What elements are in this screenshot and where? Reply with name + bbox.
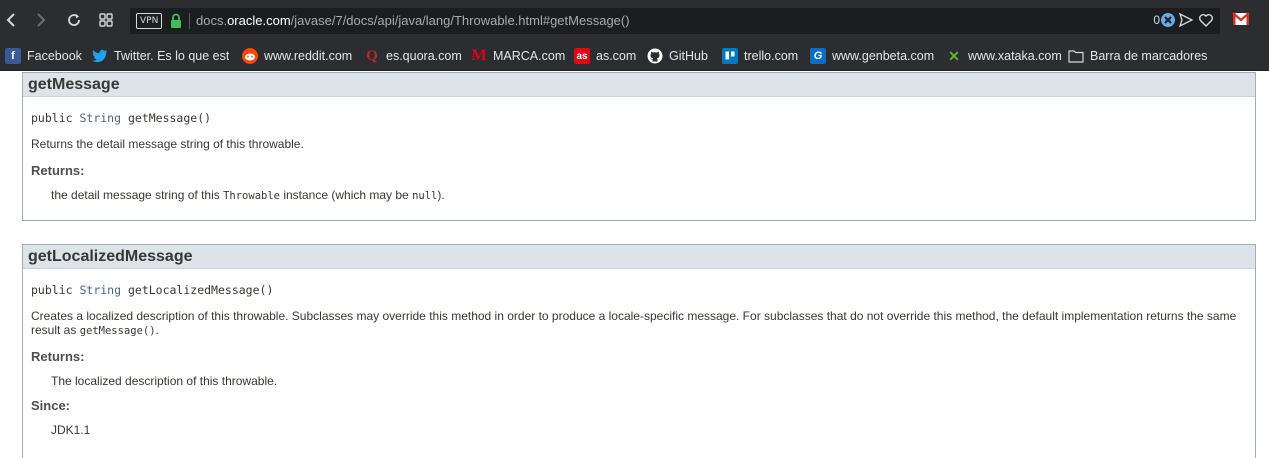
speed-dial-button[interactable] — [95, 9, 117, 31]
forward-button[interactable] — [30, 9, 52, 31]
since-value: JDK1.1 — [51, 423, 91, 437]
bookmark-label: www.genbeta.com — [832, 49, 935, 63]
url-separator — [189, 13, 190, 29]
since-label: Since: — [31, 398, 71, 413]
genbeta-icon: G — [810, 48, 826, 64]
signature-call: getLocalizedMessage() — [127, 283, 274, 297]
bookmark-facebook[interactable]: f Facebook — [5, 47, 82, 65]
bookmark-label: Twitter. Es lo que está — [114, 49, 229, 63]
description-text: Creates a localized description of this … — [31, 309, 1237, 337]
marca-icon: M — [471, 47, 487, 64]
facebook-icon: f — [5, 48, 21, 64]
back-button[interactable] — [0, 9, 22, 31]
code-getmessage: getMessage() — [79, 325, 156, 337]
bookmark-quora[interactable]: Q es.quora.com — [364, 47, 462, 65]
code-null: null — [412, 190, 438, 202]
bookmark-label: www.xataka.com — [968, 49, 1062, 63]
returns-label: Returns: — [31, 349, 85, 364]
bookmark-marca[interactable]: M MARCA.com — [471, 47, 565, 65]
bookmark-label: Facebook — [27, 49, 82, 63]
signature-return-type[interactable]: String — [79, 283, 121, 297]
returns-label: Returns: — [31, 163, 85, 178]
bookmark-trello[interactable]: trello.com — [722, 47, 798, 65]
send-icon[interactable] — [1178, 12, 1194, 28]
grid-icon — [99, 13, 113, 27]
url-host: oracle.com — [227, 13, 291, 28]
bookmark-github[interactable]: GitHub — [647, 47, 708, 65]
bookmark-folder-barra[interactable]: Barra de marcadores — [1068, 47, 1207, 65]
xataka-icon: ✕ — [948, 47, 960, 64]
returns-description: the detail message string of this Throwa… — [51, 188, 445, 202]
signature-modifier: public — [31, 283, 73, 297]
method-block-getlocalizedmessage: getLocalizedMessage public String getLoc… — [22, 244, 1256, 458]
twitter-icon — [92, 48, 108, 64]
bookmark-xataka[interactable]: ✕ www.xataka.com — [946, 47, 1062, 65]
method-description: Creates a localized description of this … — [31, 309, 1253, 338]
quora-icon: Q — [366, 47, 378, 64]
method-heading: getLocalizedMessage — [23, 245, 1255, 269]
reload-icon — [68, 14, 80, 26]
url-text[interactable]: docs.oracle.com/javase/7/docs/api/java/l… — [196, 13, 630, 29]
gmail-icon[interactable] — [1232, 11, 1250, 27]
method-heading: getMessage — [23, 73, 1255, 97]
bookmark-label: GitHub — [669, 49, 708, 63]
bookmark-label: www.reddit.com — [264, 49, 353, 63]
bookmarks-bar: f Facebook Twitter. Es lo que está www.r… — [0, 42, 1269, 71]
javadoc-content: getMessage public String getMessage() Re… — [0, 71, 1269, 458]
bookmark-reddit[interactable]: www.reddit.com — [242, 47, 352, 65]
bookmark-label: MARCA.com — [493, 49, 566, 63]
chevron-right-icon — [37, 13, 46, 27]
address-bar[interactable]: VPN docs.oracle.com/javase/7/docs/api/ja… — [130, 8, 1220, 34]
method-description: Returns the detail message string of thi… — [31, 137, 304, 151]
returns-text: the detail message string of this — [51, 188, 224, 202]
ad-block-shield-icon[interactable] — [1160, 12, 1176, 28]
browser-toolbar: VPN docs.oracle.com/javase/7/docs/api/ja… — [0, 0, 1269, 42]
returns-text: ). — [437, 188, 445, 202]
trello-icon — [722, 48, 738, 64]
as-icon: as — [574, 48, 590, 64]
reload-button[interactable] — [63, 9, 85, 31]
bookmark-as[interactable]: as as.com — [574, 47, 636, 65]
heart-icon[interactable] — [1198, 12, 1214, 28]
returns-text: instance (which may be — [280, 188, 413, 202]
method-signature: public String getMessage() — [31, 111, 211, 125]
lock-icon[interactable] — [170, 13, 182, 29]
bookmark-label: as.com — [596, 49, 637, 63]
returns-description: The localized description of this throwa… — [51, 374, 278, 388]
method-signature: public String getLocalizedMessage() — [31, 283, 273, 297]
description-text: . — [155, 323, 159, 337]
bookmark-twitter[interactable]: Twitter. Es lo que está — [92, 47, 229, 65]
code-throwable: Throwable — [223, 190, 280, 202]
vpn-badge[interactable]: VPN — [136, 13, 163, 29]
signature-return-type[interactable]: String — [79, 111, 121, 125]
bookmark-label: es.quora.com — [386, 49, 462, 63]
url-path: /javase/7/docs/api/java/lang/Throwable.h… — [290, 13, 630, 28]
chevron-left-icon — [6, 13, 15, 27]
signature-call: getMessage() — [127, 111, 212, 125]
method-block-getmessage: getMessage public String getMessage() Re… — [22, 72, 1256, 221]
folder-icon — [1068, 48, 1084, 64]
github-icon — [647, 48, 663, 64]
bookmark-label: trello.com — [744, 49, 799, 63]
reddit-icon — [242, 48, 258, 64]
bookmark-genbeta[interactable]: G www.genbeta.com — [810, 47, 934, 65]
bookmark-label: Barra de marcadores — [1090, 49, 1208, 63]
ad-block-count: 0 — [1153, 13, 1160, 27]
signature-modifier: public — [31, 111, 73, 125]
url-host-prefix: docs. — [196, 13, 228, 28]
